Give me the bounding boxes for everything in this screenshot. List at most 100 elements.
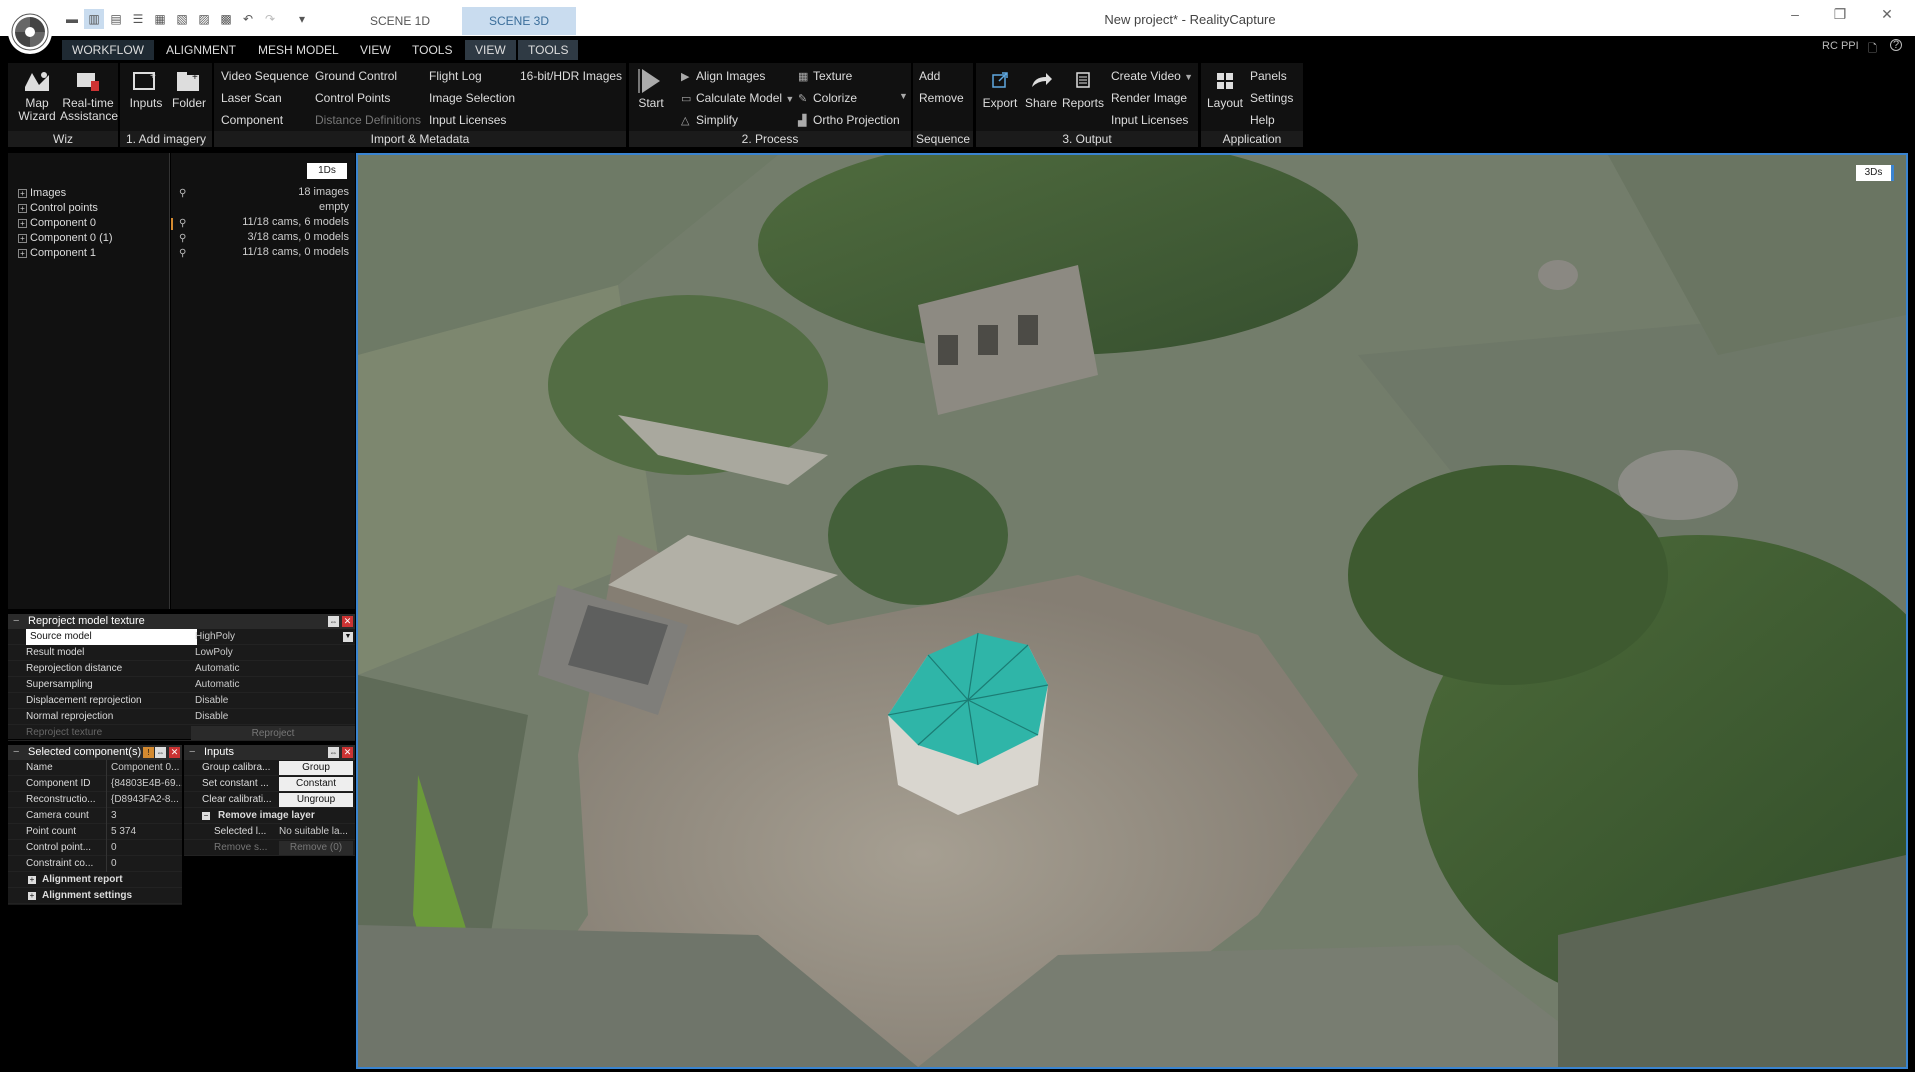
add-button[interactable]: Add bbox=[919, 69, 940, 83]
menu-mesh-model[interactable]: MESH MODEL bbox=[248, 40, 349, 60]
collapse-icon[interactable]: − bbox=[189, 745, 195, 760]
folder-button[interactable]: + Folder bbox=[168, 67, 210, 110]
remove-button[interactable]: Remove bbox=[919, 91, 964, 105]
normal-reprojection-row[interactable]: Normal reprojection Disable bbox=[8, 709, 355, 725]
prop-value[interactable]: LowPoly bbox=[191, 645, 355, 661]
component-button[interactable]: Component bbox=[221, 113, 283, 127]
share-button[interactable]: Share bbox=[1022, 67, 1060, 110]
panel-header[interactable]: − Selected component(s)! ⇔ ✕ bbox=[8, 745, 182, 760]
prop-value[interactable]: {84803E4B-69... bbox=[106, 776, 182, 792]
scene-3d-viewport[interactable]: 3Ds bbox=[356, 153, 1908, 1069]
source-model-select[interactable]: HighPoly bbox=[191, 629, 355, 645]
render-image-button[interactable]: Render Image bbox=[1111, 91, 1187, 105]
expand-icon[interactable]: + bbox=[18, 203, 27, 213]
section-alignment-settings[interactable]: + Alignment settings bbox=[8, 888, 182, 904]
restore-icon[interactable]: ❐ bbox=[1825, 6, 1855, 26]
expand-icon[interactable]: + bbox=[18, 248, 27, 258]
layout-6-icon[interactable]: ▧ bbox=[172, 9, 192, 29]
layout-4-icon[interactable]: ☰ bbox=[128, 9, 148, 29]
prop-value[interactable]: Automatic bbox=[191, 677, 355, 693]
hdr-images-button[interactable]: 16-bit/HDR Images bbox=[520, 69, 622, 83]
flight-log-button[interactable]: Flight Log bbox=[429, 69, 482, 83]
prop-value[interactable]: Automatic bbox=[191, 661, 355, 677]
start-button[interactable]: Start bbox=[631, 67, 671, 110]
layout-button[interactable]: Layout bbox=[1203, 67, 1247, 110]
view-badge-1ds[interactable]: 1Ds bbox=[307, 163, 347, 179]
rc-ppi-label[interactable]: RC PPI bbox=[1822, 40, 1859, 52]
panel-header[interactable]: − Inputs ⇔ ✕ bbox=[184, 745, 355, 760]
expand-icon[interactable]: + bbox=[28, 876, 36, 884]
menu-tools[interactable]: TOOLS bbox=[402, 40, 462, 60]
prop-row-constraint-count[interactable]: Constraint co... 0 bbox=[8, 856, 182, 872]
reproject-button[interactable]: Reproject bbox=[191, 726, 355, 740]
map-wizard-button[interactable]: Map Wizard bbox=[14, 67, 60, 123]
control-points-button[interactable]: Control Points bbox=[315, 91, 390, 105]
realitycapture-logo[interactable] bbox=[8, 10, 52, 54]
collapse-icon[interactable]: − bbox=[13, 614, 19, 629]
input-licenses-button[interactable]: Input Licenses bbox=[429, 113, 506, 127]
customize-qat-icon[interactable]: ▾ bbox=[292, 9, 312, 29]
float-icon[interactable]: ⇔ bbox=[328, 616, 339, 627]
prop-value[interactable]: Component 0... bbox=[106, 760, 182, 776]
video-sequence-button[interactable]: Video Sequence bbox=[221, 69, 309, 83]
panels-button[interactable]: Panels bbox=[1250, 69, 1287, 83]
layout-5-icon[interactable]: ▦ bbox=[150, 9, 170, 29]
prop-row-reconstruction[interactable]: Reconstructio... {D8943FA2-8... bbox=[8, 792, 182, 808]
chevron-down-icon[interactable]: ▼ bbox=[899, 91, 908, 101]
prop-row-camera-count[interactable]: Camera count 3 bbox=[8, 808, 182, 824]
tree-item-images[interactable]: + Images bbox=[18, 186, 66, 201]
settings-button[interactable]: Settings bbox=[1250, 91, 1293, 105]
expand-icon[interactable]: + bbox=[18, 218, 27, 228]
export-button[interactable]: Export bbox=[978, 67, 1022, 110]
section-alignment-report[interactable]: + Alignment report bbox=[8, 872, 182, 888]
ungroup-button[interactable]: Ungroup bbox=[279, 793, 353, 807]
texture-button[interactable]: ▦ Texture bbox=[798, 69, 852, 83]
supersampling-row[interactable]: Supersampling Automatic bbox=[8, 677, 355, 693]
close-icon[interactable]: ✕ bbox=[169, 747, 180, 758]
collapse-icon[interactable]: − bbox=[202, 812, 210, 820]
ground-control-button[interactable]: Ground Control bbox=[315, 69, 397, 83]
tree-item-component-0[interactable]: + Component 0 bbox=[18, 216, 96, 231]
close-icon[interactable]: ✕ bbox=[1872, 6, 1902, 26]
help-button[interactable]: Help bbox=[1250, 113, 1275, 127]
layout-7-icon[interactable]: ▨ bbox=[194, 9, 214, 29]
prop-row-name[interactable]: Name Component 0... bbox=[8, 760, 182, 776]
menu-context-tools[interactable]: TOOLS bbox=[518, 40, 579, 60]
tree-item-component-0-1[interactable]: + Component 0 (1) bbox=[18, 231, 113, 246]
prop-value[interactable]: No suitable la... bbox=[279, 824, 353, 840]
constant-button[interactable]: Constant bbox=[279, 777, 353, 791]
chevron-down-icon[interactable]: ▼ bbox=[785, 94, 794, 104]
undo-icon[interactable]: ↶ bbox=[238, 9, 258, 29]
ortho-projection-button[interactable]: ▟ Ortho Projection bbox=[798, 113, 900, 127]
menu-workflow[interactable]: WORKFLOW bbox=[62, 40, 154, 60]
prop-value[interactable]: Disable bbox=[191, 693, 355, 709]
float-icon[interactable]: ⇔ bbox=[155, 747, 166, 758]
create-video-button[interactable]: Create Video ▼ bbox=[1111, 69, 1193, 83]
float-icon[interactable]: ⇔ bbox=[328, 747, 339, 758]
simplify-button[interactable]: △ Simplify bbox=[681, 113, 738, 127]
help-icon[interactable]: ? bbox=[1890, 39, 1902, 51]
align-images-button[interactable]: ▶ Align Images bbox=[681, 69, 765, 83]
collapse-icon[interactable]: − bbox=[13, 745, 19, 760]
pin-icon[interactable]: ⚲ bbox=[179, 248, 186, 259]
reprojection-distance-row[interactable]: Reprojection distance Automatic bbox=[8, 661, 355, 677]
pin-icon[interactable]: ⚲ bbox=[179, 218, 186, 229]
pin-icon[interactable]: ⚲ bbox=[179, 233, 186, 244]
pin-icon[interactable]: ⚲ bbox=[179, 188, 186, 199]
colorize-button[interactable]: ✎ Colorize bbox=[798, 91, 857, 105]
remove-layer-button[interactable]: Remove (0) bbox=[279, 841, 353, 855]
chevron-down-icon[interactable]: ▼ bbox=[1184, 72, 1193, 82]
result-model-row[interactable]: Result model LowPoly bbox=[8, 645, 355, 661]
close-icon[interactable]: ✕ bbox=[342, 616, 353, 627]
prop-value[interactable]: {D8943FA2-8... bbox=[106, 792, 182, 808]
close-icon[interactable]: ✕ bbox=[342, 747, 353, 758]
layout-8-icon[interactable]: ▩ bbox=[216, 9, 236, 29]
tree-item-component-1[interactable]: + Component 1 bbox=[18, 246, 96, 261]
menu-context-view[interactable]: VIEW bbox=[465, 40, 516, 60]
pin-panel-icon[interactable]: ! bbox=[143, 747, 154, 758]
prop-row-point-count[interactable]: Point count 5 374 bbox=[8, 824, 182, 840]
prop-value[interactable]: Disable bbox=[191, 709, 355, 725]
distance-definitions-button[interactable]: Distance Definitions bbox=[315, 113, 421, 127]
calculate-model-button[interactable]: ▭ Calculate Model ▼ bbox=[681, 91, 794, 105]
reports-button[interactable]: Reports bbox=[1060, 67, 1106, 110]
